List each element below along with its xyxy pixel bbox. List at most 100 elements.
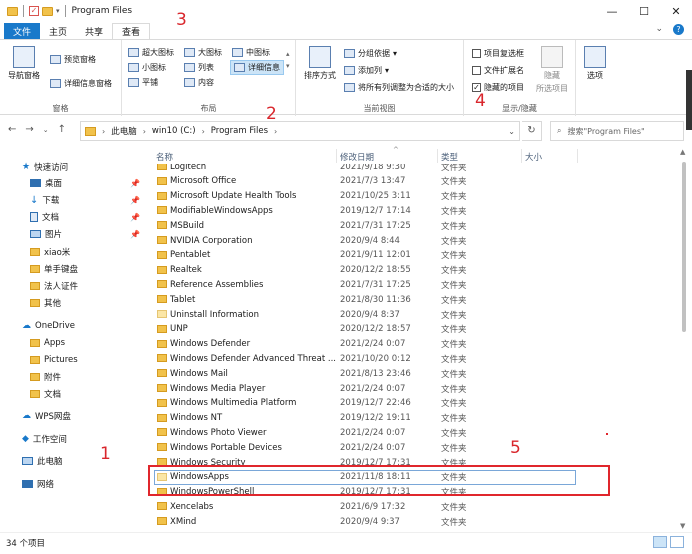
address-bar[interactable]: › 此电脑 › win10 (C:) › Program Files › ⌄: [80, 121, 520, 141]
nav-workspace[interactable]: ◆ 工作空间: [22, 432, 67, 446]
pin-icon[interactable]: 📌: [130, 196, 140, 205]
group-by-button[interactable]: 分组依据 ▾: [344, 48, 397, 59]
layout-large[interactable]: 大图标: [184, 47, 222, 58]
layout-scroll[interactable]: ▴ ▾: [286, 50, 290, 70]
file-row[interactable]: Microsoft Office 2021/7/3 13:47 文件夹: [150, 174, 678, 189]
properties-icon[interactable]: ✓: [29, 6, 39, 16]
search-placeholder[interactable]: 搜索"Program Files": [567, 126, 644, 137]
details-view-icon[interactable]: [653, 536, 667, 548]
breadcrumb-drive[interactable]: win10 (C:): [152, 126, 196, 136]
nav-other[interactable]: 其他: [30, 296, 61, 310]
layout-details[interactable]: 详细信息: [230, 60, 284, 75]
preview-pane-button[interactable]: 预览窗格: [50, 54, 96, 65]
scroll-down-icon[interactable]: ▾: [286, 62, 290, 70]
column-type[interactable]: 类型: [441, 151, 458, 163]
nav-pictures[interactable]: 图片 📌: [30, 227, 140, 241]
refresh-button[interactable]: ↻: [522, 121, 542, 141]
customize-toolbar-icon[interactable]: ▾: [56, 7, 60, 15]
file-row[interactable]: Windows Mail 2021/8/13 23:46 文件夹: [150, 366, 678, 381]
file-row[interactable]: XMind 2020/9/4 9:37 文件夹: [150, 514, 678, 529]
file-row[interactable]: UNP 2020/12/2 18:57 文件夹: [150, 322, 678, 337]
layout-list[interactable]: 列表: [184, 62, 214, 73]
nav-docs-onedrive[interactable]: 文档: [30, 387, 61, 401]
collapse-ribbon-button[interactable]: ⌄: [655, 24, 663, 35]
nav-apps[interactable]: Apps: [30, 336, 65, 350]
navigation-pane-button[interactable]: 导航窗格: [8, 46, 40, 81]
nav-corp-cert[interactable]: 法人证件: [30, 279, 78, 293]
column-divider[interactable]: [336, 149, 337, 163]
minimize-button[interactable]: —: [596, 0, 628, 22]
nav-quick-access[interactable]: ★ 快速访问: [22, 160, 68, 174]
back-arrow-icon[interactable]: ←: [8, 124, 16, 135]
nav-attachments[interactable]: 附件: [30, 370, 61, 384]
large-icons-view-icon[interactable]: [670, 536, 684, 548]
scroll-up-icon[interactable]: ▲: [680, 148, 685, 156]
item-checkboxes-toggle[interactable]: 项目复选框: [472, 48, 524, 59]
details-pane-button[interactable]: 详细信息窗格: [50, 78, 112, 89]
add-columns-button[interactable]: 添加列 ▾: [344, 65, 389, 76]
column-name[interactable]: 名称: [156, 151, 173, 163]
file-row[interactable]: Realtek 2020/12/2 18:55 文件夹: [150, 263, 678, 278]
help-icon[interactable]: ?: [673, 24, 684, 35]
file-row[interactable]: Windows Defender Advanced Threat ... 2021…: [150, 351, 678, 366]
new-folder-icon[interactable]: [42, 6, 53, 16]
column-modified[interactable]: 修改日期: [340, 151, 374, 163]
layout-medium[interactable]: 中图标: [232, 47, 270, 58]
file-row[interactable]: Windows Defender 2021/2/24 0:07 文件夹: [150, 337, 678, 352]
scroll-up-icon[interactable]: ▴: [286, 50, 290, 58]
file-row[interactable]: Windows Media Player 2021/2/24 0:07 文件夹: [150, 381, 678, 396]
chevron-right-icon[interactable]: ›: [274, 127, 277, 136]
nav-network[interactable]: 网络: [22, 477, 54, 491]
chevron-right-icon[interactable]: ›: [143, 127, 146, 136]
file-row[interactable]: Windows NT 2019/12/2 19:11 文件夹: [150, 411, 678, 426]
file-row[interactable]: Windows Portable Devices 2021/2/24 0:07 文件…: [150, 440, 678, 455]
options-button[interactable]: 选项: [584, 46, 606, 81]
layout-extra-large[interactable]: 超大图标: [128, 47, 174, 58]
column-divider[interactable]: [577, 149, 578, 163]
breadcrumb-this-pc[interactable]: 此电脑: [111, 125, 137, 137]
file-row[interactable]: Microsoft Update Health Tools 2021/10/25 …: [150, 189, 678, 204]
recent-locations-icon[interactable]: ⌄: [43, 126, 49, 135]
column-divider[interactable]: [437, 149, 438, 163]
tab-share[interactable]: 共享: [76, 23, 112, 39]
up-arrow-icon[interactable]: ↑: [58, 124, 66, 135]
column-size[interactable]: 大小: [525, 151, 542, 163]
file-row[interactable]: Tablet 2021/8/30 11:36 文件夹: [150, 292, 678, 307]
file-row[interactable]: ModifiableWindowsApps 2019/12/7 17:14 文件夹: [150, 203, 678, 218]
size-columns-button[interactable]: 将所有列调整为合适的大小: [344, 82, 454, 93]
file-row[interactable]: Uninstall Information 2020/9/4 8:37 文件夹: [150, 307, 678, 322]
tab-home[interactable]: 主页: [40, 23, 76, 39]
checkbox[interactable]: [472, 49, 481, 58]
file-row[interactable]: Windows Photo Viewer 2021/2/24 0:07 文件夹: [150, 425, 678, 440]
file-row[interactable]: Reference Assemblies 2021/7/31 17:25 文件夹: [150, 277, 678, 292]
scroll-down-icon[interactable]: ▼: [680, 522, 685, 530]
pin-icon[interactable]: 📌: [130, 230, 140, 239]
layout-tiles[interactable]: 平铺: [128, 77, 158, 88]
file-row[interactable]: MSBuild 2021/7/31 17:25 文件夹: [150, 218, 678, 233]
tab-file[interactable]: 文件: [4, 23, 41, 39]
search-box[interactable]: ⌕ 搜索"Program Files": [550, 121, 684, 141]
file-row[interactable]: Xencelabs 2021/6/9 17:32 文件夹: [150, 499, 678, 514]
pin-icon[interactable]: 📌: [130, 213, 140, 222]
vertical-scrollbar[interactable]: ▲ ▼: [678, 148, 690, 530]
column-divider[interactable]: [521, 149, 522, 163]
file-row[interactable]: NVIDIA Corporation 2020/9/4 8:44 文件夹: [150, 233, 678, 248]
layout-small[interactable]: 小图标: [128, 62, 166, 73]
hide-selected-button[interactable]: 隐藏 所选项目: [536, 46, 568, 94]
file-row[interactable]: Windows Multimedia Platform 2019/12/7 22:…: [150, 396, 678, 411]
tab-view[interactable]: 查看: [112, 23, 151, 39]
address-history-icon[interactable]: ⌄: [508, 127, 515, 136]
file-row[interactable]: Pentablet 2021/9/11 12:01 文件夹: [150, 248, 678, 263]
nav-xiaomi[interactable]: xiao米: [30, 245, 70, 259]
file-extensions-toggle[interactable]: 文件扩展名: [472, 65, 524, 76]
close-button[interactable]: ✕: [660, 0, 692, 22]
nav-desktop[interactable]: 桌面 📌: [30, 176, 140, 190]
sort-by-button[interactable]: 排序方式: [304, 46, 336, 81]
pin-icon[interactable]: 📌: [130, 179, 140, 188]
nav-downloads[interactable]: ↓ 下载 📌: [30, 193, 140, 207]
nav-onedrive[interactable]: ☁ OneDrive: [22, 319, 75, 333]
nav-keyboard[interactable]: 单手键盘: [30, 262, 78, 276]
nav-pictures-onedrive[interactable]: Pictures: [30, 353, 78, 367]
chevron-right-icon[interactable]: ›: [102, 127, 105, 136]
file-row[interactable]: Logitech 2021/9/18 9:30 文件夹: [150, 164, 678, 174]
